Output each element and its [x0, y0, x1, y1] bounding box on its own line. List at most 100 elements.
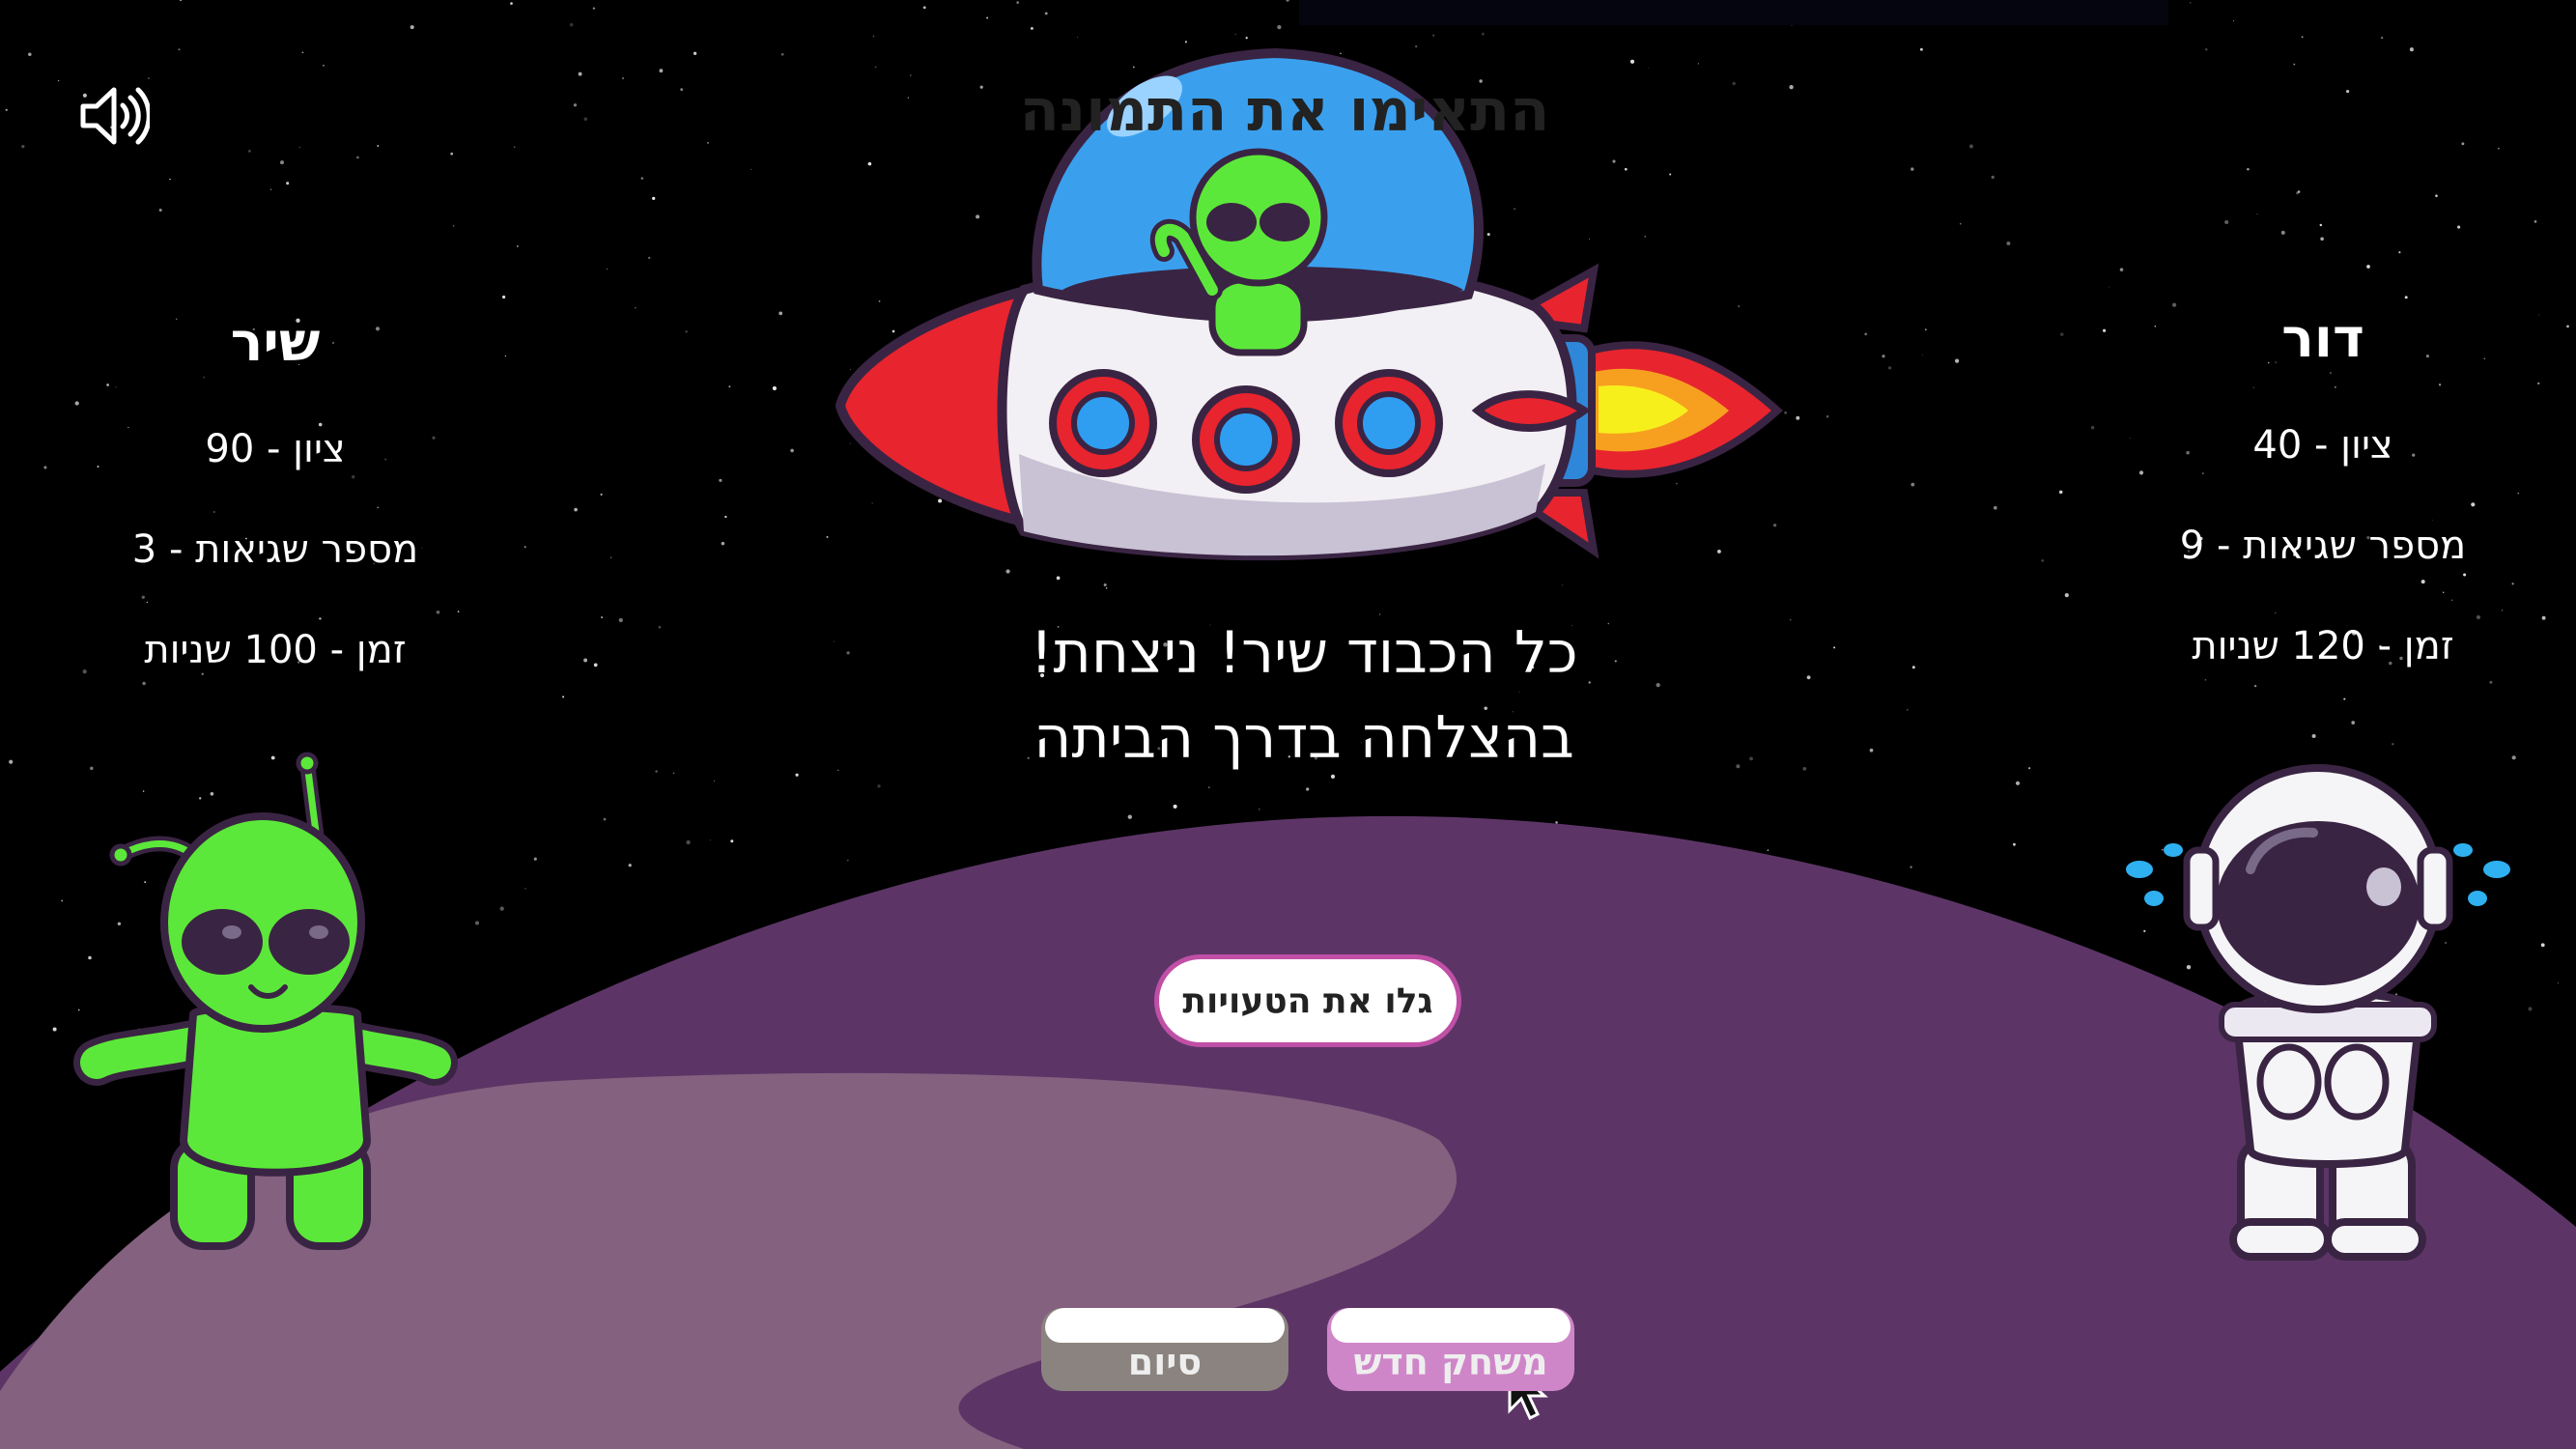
star	[1207, 786, 1210, 789]
star	[270, 755, 275, 760]
star	[2320, 237, 2324, 242]
player-mistakes: מספר שגיאות - 3	[131, 527, 419, 572]
player-name: שיר	[230, 311, 321, 374]
star	[2293, 63, 2296, 66]
star	[2517, 493, 2519, 495]
star	[562, 696, 565, 698]
star	[2498, 148, 2500, 150]
star	[1415, 44, 1418, 48]
star	[1960, 223, 1962, 225]
star	[2380, 36, 2384, 40]
star	[2297, 190, 2301, 193]
star	[2280, 230, 2285, 235]
star	[298, 146, 300, 148]
star	[57, 79, 60, 82]
star	[1864, 332, 1868, 336]
star	[5, 108, 8, 111]
star	[1624, 167, 1628, 171]
star	[1132, 66, 1135, 69]
star	[574, 507, 578, 512]
sound-toggle-button[interactable]	[77, 82, 152, 150]
star	[1005, 569, 1010, 574]
star	[1514, 208, 1515, 211]
star	[750, 168, 752, 170]
star	[2161, 848, 2164, 851]
star	[2398, 251, 2401, 254]
star	[1258, 808, 1260, 810]
star	[826, 535, 829, 538]
star	[833, 640, 835, 642]
star	[2064, 593, 2069, 598]
star	[356, 156, 359, 159]
star	[603, 817, 607, 821]
player-mistakes: מספר שגיאות - 9	[2179, 524, 2467, 568]
star	[874, 66, 877, 69]
star	[61, 899, 64, 902]
star	[780, 52, 784, 56]
star	[2247, 167, 2250, 171]
star	[2404, 296, 2408, 299]
reveal-mistakes-button[interactable]: גלו את הטעויות	[1154, 954, 1461, 1047]
star	[849, 442, 851, 444]
star	[640, 177, 644, 180]
new-game-button[interactable]: משחק חדש	[1327, 1308, 1574, 1391]
star	[147, 77, 150, 79]
star	[2058, 490, 2063, 495]
star	[877, 784, 881, 788]
player-stats-left: שיר ציון - 90 מספר שגיאות - 3 זמן - 100 …	[82, 311, 468, 728]
star	[724, 515, 727, 519]
star	[1806, 675, 1811, 680]
star	[2130, 438, 2132, 440]
porthole-icons	[1049, 369, 1443, 494]
star	[910, 74, 912, 76]
star	[2392, 743, 2394, 746]
star	[600, 493, 603, 496]
star	[878, 300, 881, 302]
star	[583, 117, 588, 121]
star	[1612, 159, 1616, 163]
star	[513, 146, 516, 148]
top-strip	[1299, 0, 2168, 25]
star	[2301, 36, 2304, 39]
star	[286, 182, 290, 185]
star	[269, 188, 272, 190]
star	[2534, 220, 2537, 223]
star	[685, 330, 688, 333]
star	[1796, 415, 1800, 420]
star	[578, 71, 582, 76]
end-button[interactable]: סיום	[1041, 1308, 1288, 1391]
star	[2013, 842, 2016, 846]
star	[1648, 68, 1650, 70]
star	[1968, 144, 1973, 149]
star	[2538, 314, 2540, 316]
star	[986, 16, 989, 19]
new-game-button-label: משחק חדש	[1353, 1341, 1548, 1383]
star	[707, 142, 709, 144]
star	[693, 51, 697, 55]
star	[721, 541, 725, 546]
star	[2445, 942, 2447, 944]
star	[601, 616, 604, 619]
star	[452, 225, 455, 227]
star	[2102, 328, 2107, 332]
star	[1833, 646, 1836, 649]
star	[850, 368, 852, 370]
star	[1486, 233, 1490, 237]
star	[1016, 1, 1020, 4]
star	[659, 69, 664, 73]
star	[178, 48, 181, 51]
star	[1869, 748, 1874, 753]
star	[976, 214, 980, 219]
star	[248, 150, 251, 153]
star	[90, 766, 94, 771]
star	[655, 770, 658, 773]
star	[158, 209, 162, 212]
star	[1993, 505, 1997, 510]
star	[1432, 34, 1435, 37]
star	[1911, 482, 1915, 487]
star	[2511, 755, 2516, 760]
star	[1887, 366, 1892, 370]
star	[680, 88, 684, 92]
star	[1482, 32, 1485, 36]
star	[1784, 411, 1787, 414]
